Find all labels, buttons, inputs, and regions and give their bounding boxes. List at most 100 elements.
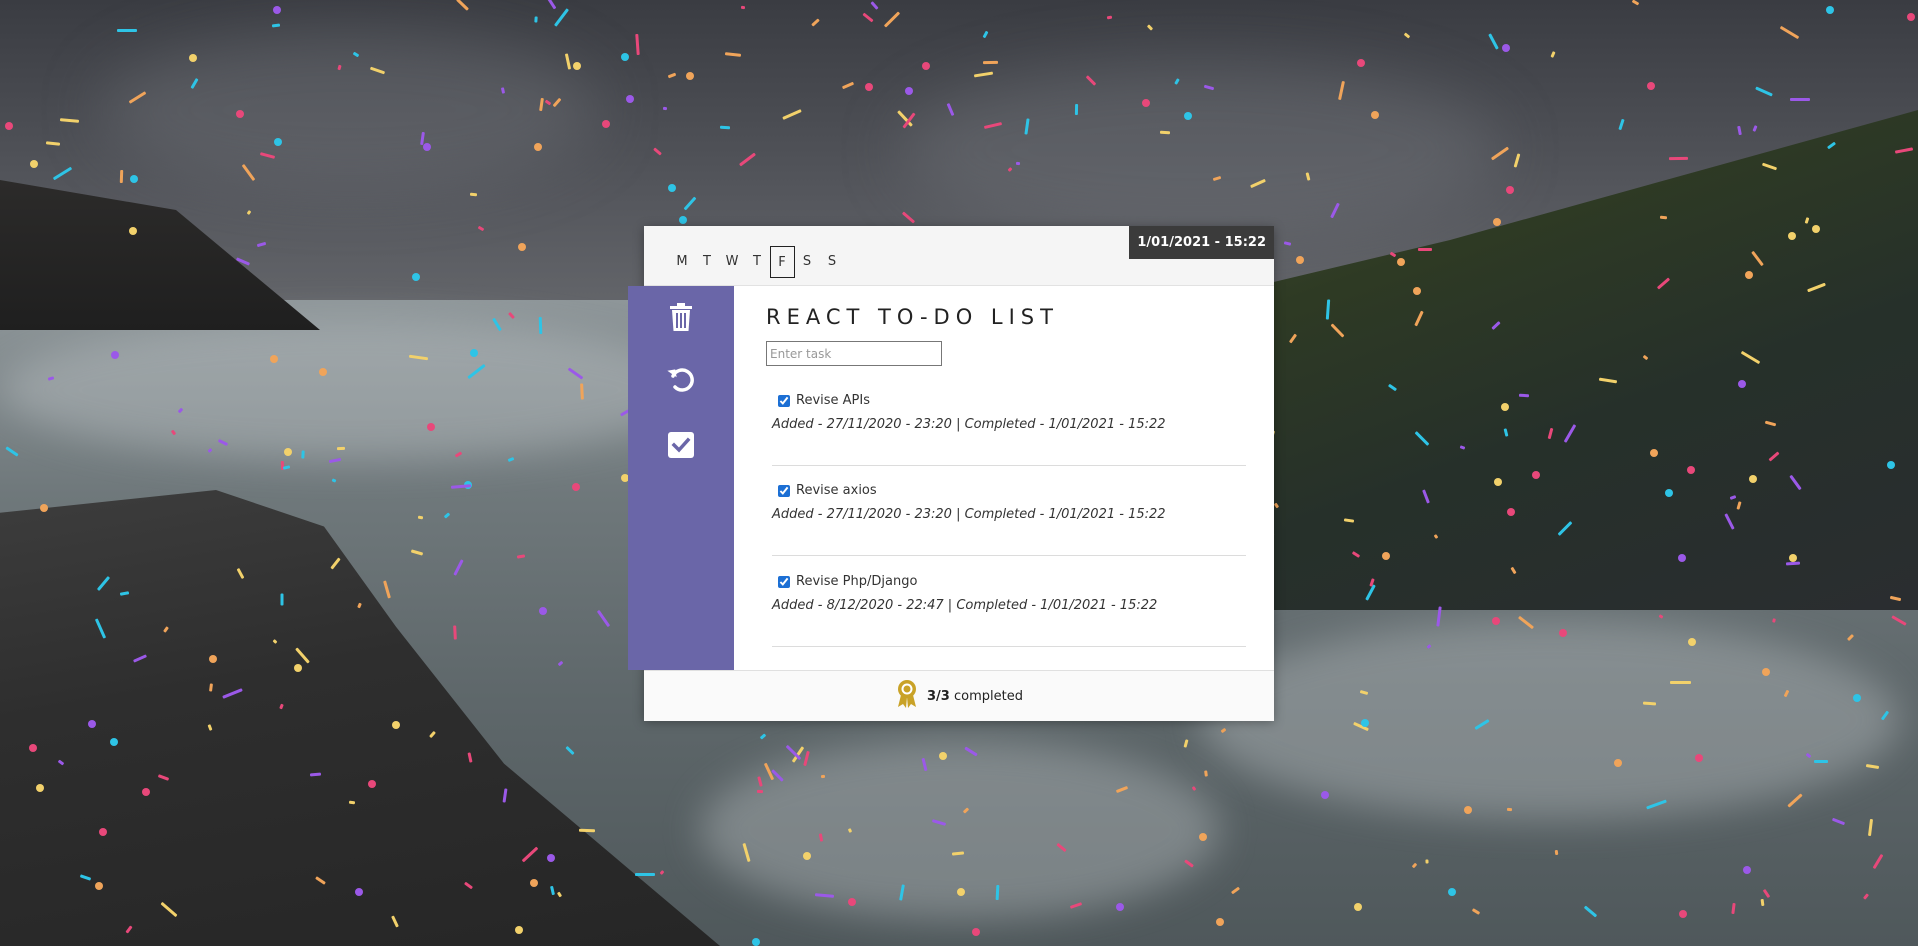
confetti-piece [1749, 475, 1757, 483]
confetti-piece [5, 122, 13, 130]
day-wednesday: W [725, 254, 740, 269]
confetti-piece [427, 423, 435, 431]
trash-icon[interactable] [666, 302, 696, 332]
confetti-piece [534, 143, 542, 151]
confetti-piece [1614, 759, 1622, 767]
confetti-piece [539, 607, 547, 615]
confetti-piece [1502, 44, 1510, 52]
page-title: REACT TO-DO LIST [766, 305, 1059, 329]
confetti-piece [756, 789, 764, 794]
confetti-piece [518, 243, 526, 251]
confetti-piece [1296, 256, 1304, 264]
confetti-piece [95, 882, 103, 890]
action-sidebar [628, 286, 734, 670]
confetti-piece [469, 192, 478, 197]
cloud [900, 60, 1500, 240]
confetti-piece [1507, 508, 1515, 516]
confetti-piece [679, 216, 687, 224]
confetti-piece [30, 160, 38, 168]
confetti-piece [547, 854, 555, 862]
task-item: Revise APIs Added - 27/11/2020 - 23:20 |… [772, 393, 1246, 466]
task-checkbox[interactable] [778, 394, 790, 407]
confetti-piece [1688, 638, 1696, 646]
confetti-piece [1506, 186, 1514, 194]
confetti-piece [534, 16, 538, 23]
confetti-piece [423, 143, 431, 151]
confetti-piece [1650, 449, 1658, 457]
confetti-piece [1413, 287, 1421, 295]
confetti-piece [470, 349, 478, 357]
confetti-piece [1647, 82, 1655, 90]
day-thursday: T [753, 254, 762, 269]
confetti-piece [1492, 617, 1500, 625]
confetti-piece [1659, 215, 1668, 220]
confetti-piece [1199, 833, 1207, 841]
confetti-piece [1745, 271, 1753, 279]
confetti-piece [1204, 770, 1208, 777]
confetti-piece [1159, 130, 1171, 135]
confetti-piece [280, 593, 284, 606]
completion-footer: 3/3 completed [644, 670, 1274, 721]
confetti-piece [1371, 111, 1379, 119]
confetti-piece [957, 888, 965, 896]
confetti-piece [1425, 859, 1429, 864]
confetti-piece [1074, 103, 1079, 116]
confetti-piece [319, 368, 327, 376]
confetti-piece [368, 780, 376, 788]
todo-card: M T W T F S S 1/01/2021 - 15:22 REACT TO… [628, 226, 1274, 721]
confetti-piece [1518, 393, 1530, 398]
confetti-piece [530, 879, 538, 887]
cloud [100, 30, 600, 190]
confetti-piece [301, 450, 305, 459]
confetti-piece [752, 938, 760, 946]
confetti-piece [99, 828, 107, 836]
task-checkbox[interactable] [778, 484, 790, 497]
undo-icon[interactable] [666, 364, 696, 394]
confetti-piece [284, 448, 292, 456]
top-bar: M T W T F S S 1/01/2021 - 15:22 [644, 226, 1274, 286]
task-label: Revise axios [778, 483, 877, 498]
confetti-piece [621, 53, 629, 61]
confetti-piece [412, 273, 420, 281]
confetti-piece [515, 926, 523, 934]
confetti-piece [1695, 754, 1703, 762]
confetti-piece [1361, 719, 1369, 727]
confetti-piece [29, 744, 37, 752]
weekday-strip: M T W T F S S [670, 246, 845, 278]
confetti-piece [1812, 225, 1820, 233]
confetti-piece [1668, 156, 1689, 161]
task-item: Revise axios Added - 27/11/2020 - 23:20 … [772, 483, 1246, 556]
confetti-piece [1418, 248, 1432, 251]
confetti-piece [117, 29, 137, 32]
confetti-piece [294, 664, 302, 672]
task-checkbox[interactable] [778, 575, 790, 588]
confetti-piece [130, 175, 138, 183]
confetti-piece [142, 788, 150, 796]
check-square-icon[interactable] [666, 430, 696, 460]
confetti-piece [719, 125, 731, 130]
confetti-piece [336, 446, 346, 451]
task-name: Revise APIs [796, 393, 870, 408]
confetti-piece [1738, 380, 1746, 388]
task-input[interactable] [766, 341, 942, 366]
confetti-piece [417, 515, 424, 520]
confetti-piece [88, 720, 96, 728]
confetti-piece [1216, 918, 1224, 926]
confetti-piece [1397, 258, 1405, 266]
task-meta: Added - 27/11/2020 - 23:20 | Completed -… [772, 507, 1166, 522]
confetti-piece [1321, 791, 1329, 799]
confetti-piece [578, 828, 596, 833]
confetti-piece [939, 752, 947, 760]
confetti-piece [1788, 232, 1796, 240]
completion-label: completed [954, 688, 1023, 704]
confetti-piece [1554, 849, 1559, 856]
confetti-piece [626, 95, 634, 103]
confetti-piece [803, 852, 811, 860]
current-datetime: 1/01/2021 - 15:22 [1129, 226, 1274, 259]
confetti-piece [668, 184, 676, 192]
confetti-piece [1448, 888, 1456, 896]
confetti-piece [1501, 403, 1509, 411]
confetti-piece [1357, 59, 1365, 67]
confetti-piece [865, 83, 873, 91]
completion-summary: 3/3 completed [927, 689, 1023, 704]
